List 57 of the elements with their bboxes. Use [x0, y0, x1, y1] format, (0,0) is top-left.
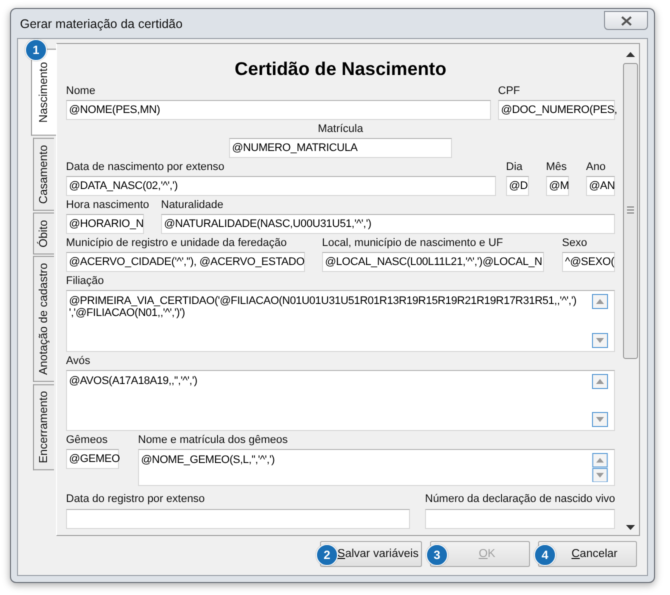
scrollbar-thumb[interactable] — [623, 63, 638, 359]
text-field[interactable]: @LOCAL_NASC(L00L11L21,'^',')@LOCAL_N — [322, 252, 544, 272]
vertical-tab[interactable]: Óbito — [33, 212, 54, 254]
text-field[interactable]: @ACERVO_CIDADE('^',''), @ACERVO_ESTADO — [66, 252, 305, 272]
step-badge: 2 — [316, 544, 338, 566]
text-field[interactable]: @DATA_NASC(02,'^',') — [66, 176, 496, 196]
form-title: Certidão de Nascimento — [234, 58, 448, 80]
vertical-tab[interactable]: Anotação de cadastro — [33, 256, 54, 382]
field-label: Naturalidade — [161, 198, 224, 212]
vertical-tab[interactable]: Casamento — [33, 138, 54, 211]
field-label: Número da declaração de nascido vivo — [425, 492, 616, 506]
scroll-up-icon[interactable] — [626, 52, 635, 58]
text-field[interactable]: ^@SEXO( — [562, 252, 615, 272]
field-label: Avós — [66, 354, 90, 368]
scroll-down-icon[interactable] — [626, 525, 635, 531]
text-field[interactable]: @NUMERO_MATRICULA — [229, 138, 452, 158]
field-label: CPF — [498, 84, 520, 98]
text-field[interactable] — [425, 509, 615, 529]
text-field[interactable]: @NATURALIDADE(NASC,U00U31U51,'^',') — [161, 214, 615, 234]
field-label: Sexo — [562, 236, 588, 250]
field-label: Hora nascimento — [66, 198, 150, 212]
scroll-down-button[interactable] — [592, 468, 608, 482]
text-field[interactable]: @DOC_NUMERO(PES, — [498, 100, 615, 120]
step-badge: 3 — [426, 544, 448, 566]
field-label: Gêmeos — [66, 433, 108, 447]
scroll-down-button[interactable] — [592, 333, 608, 348]
text-field[interactable]: @GEMEO — [66, 449, 119, 469]
field-label: Data de nascimento por extenso — [66, 160, 224, 174]
field-label: Dia — [506, 160, 523, 174]
text-field[interactable]: @HORARIO_N — [66, 214, 144, 234]
field-label: Matrícula — [318, 122, 364, 136]
step-badge: 1 — [25, 39, 47, 61]
text-area[interactable]: @AVOS(A17A18A19,,'','^',') — [66, 370, 615, 431]
text-field[interactable]: @NOME(PES,MN) — [66, 100, 491, 120]
window-title: Gerar materiação da certidão — [19, 16, 183, 30]
text-area[interactable]: @NOME_GEMEO(S,L,'','^',') — [138, 449, 615, 486]
text-field[interactable]: @M — [546, 176, 569, 196]
field-label: Filiação — [66, 274, 104, 288]
close-button[interactable] — [604, 11, 648, 30]
scroll-up-button[interactable] — [592, 453, 608, 468]
field-label: Nome — [66, 84, 96, 98]
field-label: Local, município de nascimento e UF — [322, 236, 503, 250]
text-area[interactable]: @PRIMEIRA_VIA_CERTIDAO('@FILIACAO(N01U01U31U51R01R13R19R15R19R21R19R17R31R51,,'^',') ','@FILIACAO(N01,,'^',')') — [66, 290, 615, 352]
scroll-down-button[interactable] — [592, 412, 608, 427]
vertical-tab[interactable]: Encerramento — [33, 384, 54, 470]
text-field[interactable]: @AN — [586, 176, 615, 196]
field-label: Nome e matrícula dos gêmeos — [138, 433, 288, 447]
text-field[interactable]: @D — [506, 176, 529, 196]
text-field[interactable] — [66, 509, 410, 529]
scroll-up-button[interactable] — [592, 294, 608, 309]
step-badge: 4 — [534, 544, 556, 566]
field-label: Ano — [586, 160, 606, 174]
field-label: Data do registro por extenso — [66, 492, 205, 506]
scroll-up-button[interactable] — [592, 374, 608, 389]
close-icon — [620, 16, 632, 26]
field-label: Mês — [546, 160, 567, 174]
field-label: Município de registro e unidade da feredação — [66, 236, 287, 250]
